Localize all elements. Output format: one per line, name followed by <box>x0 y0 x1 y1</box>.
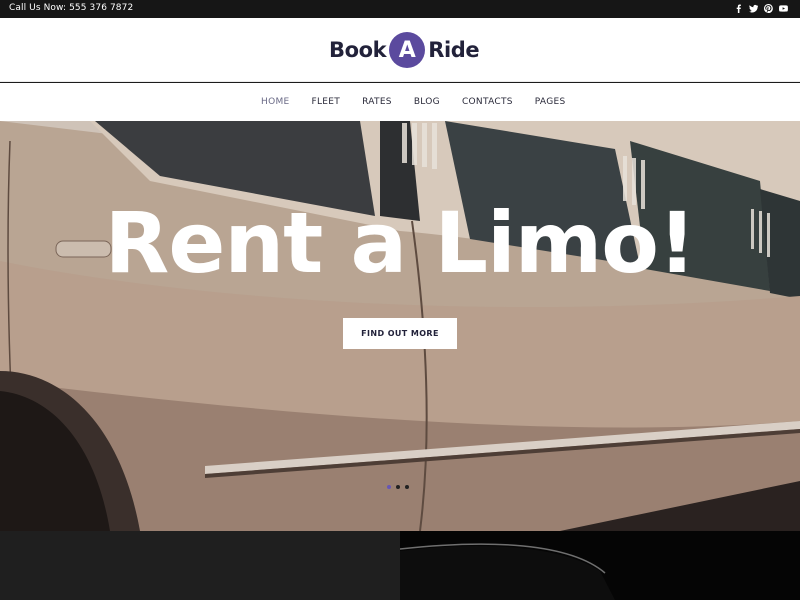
youtube-icon[interactable] <box>779 2 788 14</box>
logo-text-left: Book <box>329 38 387 62</box>
logo-text-right: Ride <box>428 38 480 62</box>
car-image <box>400 543 615 600</box>
logo-mark: A <box>389 32 426 68</box>
site-header: Book A Ride <box>0 18 800 82</box>
hero-slider: Rent a Limo! FIND OUT MORE <box>0 121 800 531</box>
lower-section-left <box>0 531 400 600</box>
nav-item-blog[interactable]: BLOG <box>414 97 440 107</box>
lower-section-right <box>400 531 800 600</box>
pinterest-icon[interactable] <box>764 2 773 14</box>
phone-number: Call Us Now: 555 376 7872 <box>9 3 134 13</box>
top-bar: Call Us Now: 555 376 7872 <box>0 0 800 18</box>
nav-item-fleet[interactable]: FLEET <box>312 97 341 107</box>
find-out-more-button[interactable]: FIND OUT MORE <box>343 318 457 349</box>
slider-dot-3[interactable] <box>405 485 409 489</box>
twitter-icon[interactable] <box>749 2 758 14</box>
social-links <box>734 2 788 14</box>
nav-item-pages[interactable]: PAGES <box>535 97 566 107</box>
slider-dot-2[interactable] <box>396 485 400 489</box>
site-logo[interactable]: Book A Ride <box>329 31 480 69</box>
slider-dot-1[interactable] <box>387 485 391 489</box>
nav-item-home[interactable]: HOME <box>261 97 290 107</box>
slider-pagination <box>387 485 409 489</box>
hero-title: Rent a Limo! <box>104 194 697 292</box>
facebook-icon[interactable] <box>734 2 743 14</box>
nav-item-rates[interactable]: RATES <box>362 97 392 107</box>
nav-item-contacts[interactable]: CONTACTS <box>462 97 513 107</box>
main-navigation: HOME FLEET RATES BLOG CONTACTS PAGES <box>0 83 800 121</box>
